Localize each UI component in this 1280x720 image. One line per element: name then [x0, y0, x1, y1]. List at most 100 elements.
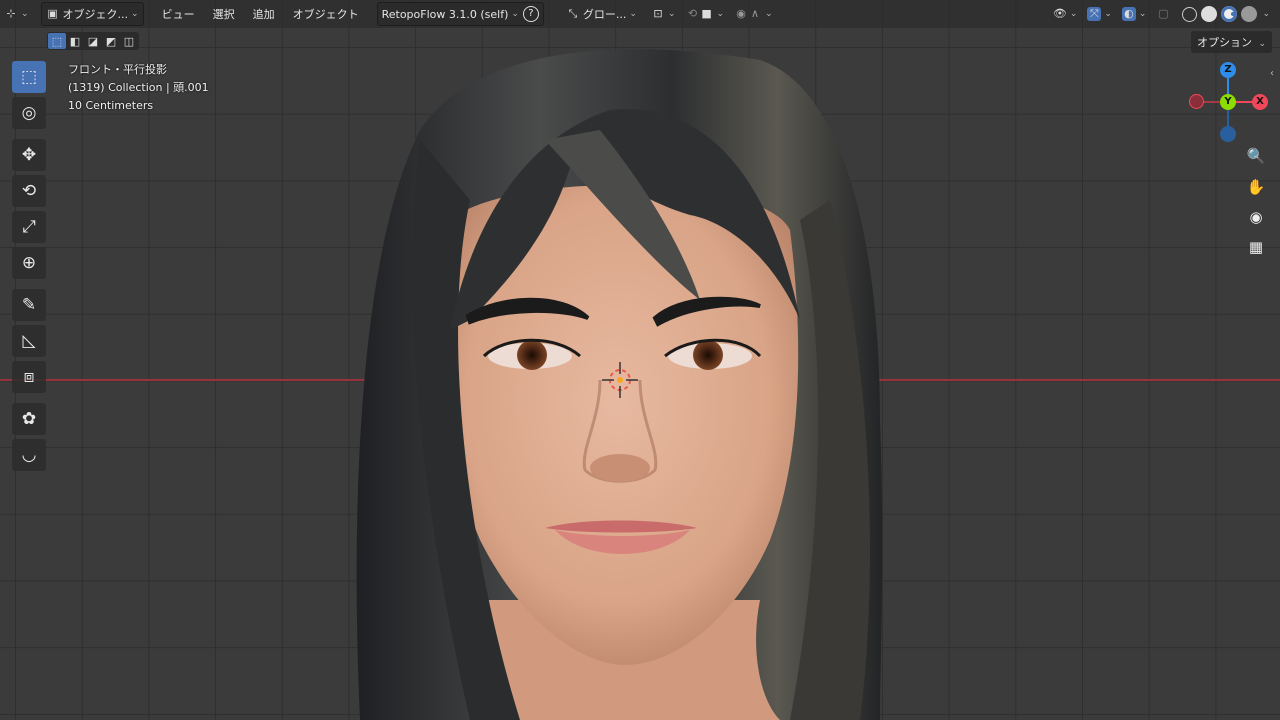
- mode-label: オブジェク...: [62, 8, 129, 21]
- selection-mode-group: ⬚ ◧ ◪ ◩ ◫: [47, 32, 139, 50]
- navigation-gizmo[interactable]: Z X Y: [1185, 62, 1275, 142]
- falloff-icon: ∧: [751, 7, 760, 20]
- chevron-down-icon: ⌄: [667, 9, 676, 19]
- viewport-info: フロント・平行投影 (1319) Collection | 頭.001 10 C…: [68, 61, 209, 115]
- ruler-icon: ◺: [22, 331, 36, 351]
- pivot-icon: ⊡: [653, 7, 663, 20]
- chevron-down-icon: ⌄: [1138, 9, 1147, 19]
- sidebar-toggle-chevron[interactable]: ‹: [1270, 68, 1274, 79]
- chevron-down-icon: ⌄: [716, 9, 725, 19]
- view-name: フロント・平行投影: [68, 63, 167, 76]
- visibility-dropdown[interactable]: 👁 ⌄: [1049, 3, 1082, 25]
- snap-icon: ⟲: [687, 7, 698, 20]
- menu-select[interactable]: 選択: [205, 3, 243, 25]
- menu-object[interactable]: オブジェクト: [285, 3, 367, 25]
- camera-icon: ◉: [1249, 208, 1263, 226]
- curve-icon: ◡: [21, 445, 37, 465]
- chevron-down-icon: ⌄: [1262, 9, 1270, 19]
- xray-icon: ▢: [1158, 7, 1169, 20]
- gizmo-x-negative[interactable]: [1189, 94, 1204, 109]
- gizmo-z-negative[interactable]: [1220, 126, 1236, 142]
- chevron-down-icon: ⌄: [1069, 9, 1078, 19]
- editor-type-button[interactable]: ⊹ ⌄: [0, 3, 33, 25]
- select-invert-button[interactable]: ◩: [102, 33, 120, 49]
- chevron-down-icon: ⌄: [629, 9, 637, 19]
- collection-info: (1319) Collection | 頭.001: [68, 81, 209, 94]
- tool-shelf: ⬚ ◎ ✥ ⟲ ⤢ ⊕ ✎ ◺ ⧈ ✿ ◡: [12, 61, 48, 475]
- overlay-icon: ◐: [1121, 7, 1136, 21]
- shading-modes: ⌄: [1176, 3, 1274, 25]
- snap-target-icon: ■: [701, 7, 712, 20]
- transform-icon: ⊕: [21, 253, 37, 273]
- chevron-down-icon: ⌄: [131, 9, 139, 19]
- proportional-toggle[interactable]: ◉ ∧ ⌄: [730, 3, 777, 25]
- retopo-icon: ✿: [21, 409, 37, 429]
- chevron-down-icon: ⌄: [21, 9, 29, 19]
- wireframe-shading-icon[interactable]: [1182, 6, 1198, 22]
- measure-tool[interactable]: ◺: [12, 325, 46, 357]
- gizmo-icon: ⤧: [1087, 7, 1102, 21]
- chevron-down-icon: ⌄: [511, 9, 519, 19]
- move-tool[interactable]: ✥: [12, 139, 46, 171]
- select-intersect-button[interactable]: ◫: [120, 33, 138, 49]
- rendered-shading-icon[interactable]: [1241, 6, 1258, 22]
- pan-button[interactable]: ✋: [1244, 175, 1268, 199]
- overlay-toggle[interactable]: ◐ ⌄: [1118, 3, 1151, 25]
- chevron-down-icon: ⌄: [765, 9, 773, 19]
- grid-scale: 10 Centimeters: [68, 99, 154, 112]
- orientation-icon: ⤡: [568, 7, 578, 20]
- orientation-dropdown[interactable]: ⤡ グロー... ⌄: [562, 3, 641, 25]
- help-icon[interactable]: ?: [522, 6, 539, 22]
- coordinate-axes-icon: ⊹: [6, 7, 16, 20]
- snap-toggle[interactable]: ⟲ ■ ⌄: [682, 3, 729, 25]
- gizmo-x-axis[interactable]: X: [1252, 94, 1268, 110]
- add-cube-tool[interactable]: ⧈: [12, 361, 46, 393]
- iris-left: [517, 340, 547, 370]
- gizmo-y-axis[interactable]: Y: [1220, 94, 1236, 110]
- pivot-dropdown[interactable]: ⊡ ⌄: [647, 3, 680, 25]
- menu-add[interactable]: 追加: [245, 3, 283, 25]
- cursor-icon: ◎: [21, 103, 37, 123]
- proportional-icon: ◉: [736, 7, 746, 20]
- menu-view[interactable]: ビュー: [154, 3, 203, 25]
- options-dropdown[interactable]: オプション ⌄: [1190, 31, 1272, 53]
- scale-icon: ⤢: [22, 217, 36, 237]
- retopoflow-label: RetopoFlow 3.1.0 (self): [381, 7, 509, 21]
- orientation-label: グロー...: [582, 8, 627, 21]
- zoom-button[interactable]: 🔍: [1244, 144, 1268, 168]
- camera-view-button[interactable]: ◉: [1244, 205, 1268, 229]
- select-new-button[interactable]: ⬚: [48, 33, 66, 49]
- retopoflow-dropdown[interactable]: RetopoFlow 3.1.0 (self) ⌄ ?: [376, 2, 544, 26]
- curve-tool[interactable]: ◡: [12, 439, 46, 471]
- rotate-icon: ⟲: [21, 181, 37, 201]
- chevron-down-icon: ⌄: [1258, 39, 1266, 49]
- iris-right: [693, 340, 723, 370]
- xray-toggle[interactable]: ▢: [1152, 3, 1174, 25]
- header-right-group: 👁 ⌄ ⤧ ⌄ ◐ ⌄ ▢ ⌄: [1049, 3, 1276, 25]
- mode-dropdown[interactable]: ▣ オブジェク... ⌄: [40, 2, 144, 26]
- nose-tip: [590, 454, 650, 482]
- select-subtract-button[interactable]: ◪: [84, 33, 102, 49]
- viewport-header: ⊹ ⌄ ▣ オブジェク... ⌄ ビュー 選択 追加 オブジェクト RetopoF…: [0, 0, 1280, 28]
- material-shading-icon[interactable]: [1221, 6, 1238, 22]
- gizmo-toggle[interactable]: ⤧ ⌄: [1083, 3, 1116, 25]
- hand-icon: ✋: [1246, 178, 1266, 196]
- zoom-icon: 🔍: [1246, 147, 1266, 165]
- eye-icon: 👁: [1052, 7, 1067, 20]
- solid-shading-icon[interactable]: [1201, 6, 1218, 22]
- rotate-tool[interactable]: ⟲: [12, 175, 46, 207]
- transform-tool[interactable]: ⊕: [12, 247, 46, 279]
- scale-tool[interactable]: ⤢: [12, 211, 46, 243]
- select-extend-button[interactable]: ◧: [66, 33, 84, 49]
- perspective-toggle-button[interactable]: ▦: [1244, 235, 1268, 259]
- retopoflow-tool[interactable]: ✿: [12, 403, 46, 435]
- gizmo-z-axis[interactable]: Z: [1220, 62, 1236, 78]
- cursor-tool[interactable]: ◎: [12, 97, 46, 129]
- grid-icon: ▦: [1248, 238, 1264, 256]
- pencil-icon: ✎: [21, 295, 37, 315]
- select-box-tool[interactable]: ⬚: [12, 61, 46, 93]
- annotate-tool[interactable]: ✎: [12, 289, 46, 321]
- cube-add-icon: ⧈: [23, 367, 35, 387]
- object-mode-icon: ▣: [47, 7, 58, 20]
- options-label: オプション: [1196, 36, 1252, 49]
